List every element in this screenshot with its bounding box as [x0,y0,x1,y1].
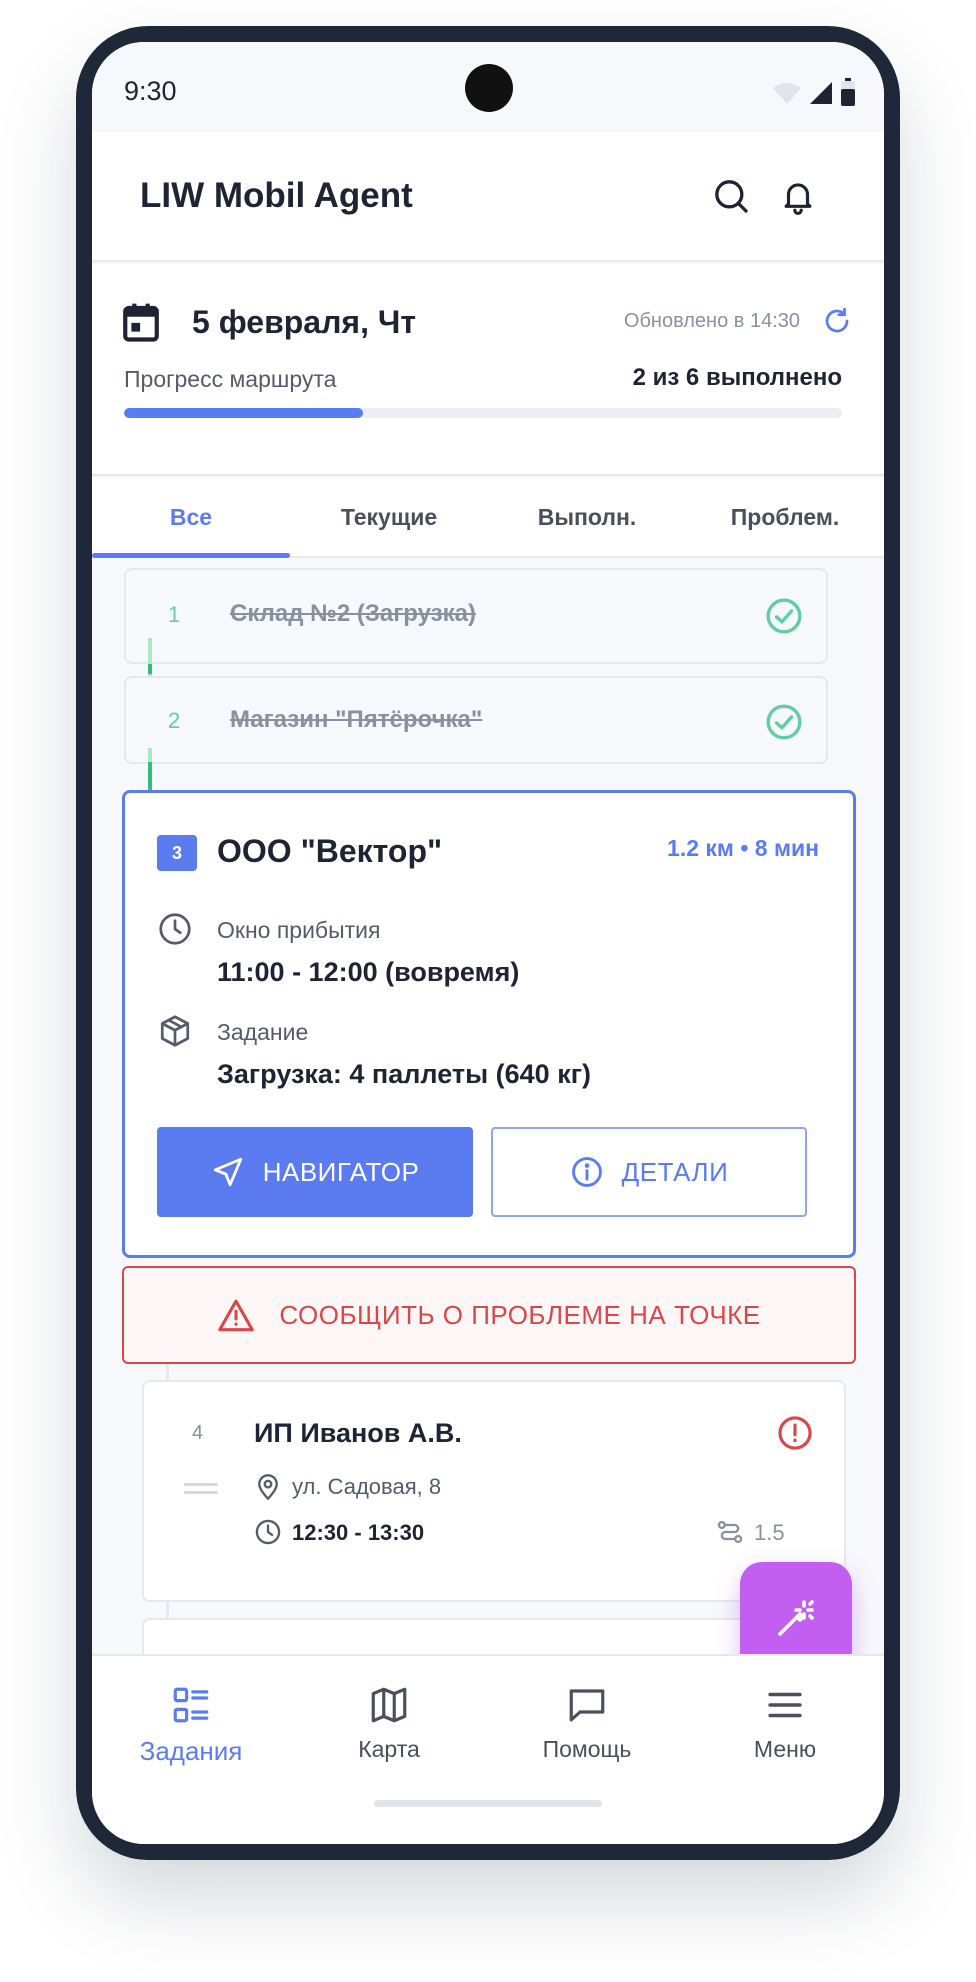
filter-tabs: Все Текущие Выполн. Проблем. [92,478,884,558]
stop-time-window: 12:30 - 13:30 [292,1520,425,1545]
battery-icon [841,78,855,106]
stop-name: Склад №2 (Загрузка) [230,600,476,627]
front-camera [465,64,513,112]
bottom-navigation: Задания Карта Помощь Меню [92,1654,884,1844]
route-summary: 5 февраля, Чт Обновлено в 14:30 Прогресс… [92,264,884,476]
signal-icon [810,82,832,104]
stop-number: 2 [168,708,181,733]
stop-number: 1 [168,602,181,627]
alert-circle-icon [778,1416,812,1450]
current-stop-card[interactable]: 3 ООО "Вектор" 1.2 км • 8 мин Окно прибы… [122,790,856,1258]
stop-eta: 1.2 км • 8 мин [667,835,819,861]
timeline-segment [148,762,152,790]
stop-number: 4 [192,1422,204,1444]
bell-icon [784,183,812,215]
app-bar: LIW Mobil Agent [92,132,884,262]
nav-help-label: Помощь [542,1736,632,1762]
nav-help[interactable]: Помощь [488,1684,686,1763]
refresh-icon [825,307,849,333]
app-title: LIW Mobil Agent [140,176,413,215]
route-progress-fill [124,408,364,418]
nav-menu[interactable]: Меню [686,1684,884,1763]
stop-name: ИП Иванов А.В. [254,1418,462,1448]
navigator-button[interactable]: НАВИГАТОР [157,1127,473,1217]
check-circle-icon [766,704,802,740]
info-icon [571,1157,602,1187]
tasks-icon [173,1687,209,1723]
map-icon [371,1687,407,1723]
timeline-segment [148,664,152,674]
nav-map[interactable]: Карта [290,1684,488,1763]
menu-icon [768,1692,802,1718]
status-bar: 9:30 [92,42,884,132]
navigation-icon [213,1157,242,1187]
route-icon [717,1520,743,1544]
arrival-window-label: Окно прибытия [217,917,381,943]
stop-distance: 1.5 [754,1520,785,1545]
nav-tasks[interactable]: Задания [92,1684,290,1767]
status-time: 9:30 [124,76,177,106]
refresh-button[interactable] [822,306,852,336]
arrival-window-value: 11:00 - 12:00 (вовремя) [217,957,520,987]
last-updated-text: Обновлено в 14:30 [623,310,800,332]
progress-label: Прогресс маршрута [124,366,337,392]
tab-current[interactable]: Текущие [290,478,488,556]
upcoming-stop-card[interactable]: 4 ИП Иванов А.В. ул. Садовая, 8 12:30 - … [142,1380,846,1602]
wifi-icon [773,83,801,104]
nav-map-label: Карта [358,1736,420,1762]
stop-name: ООО "Вектор" [217,833,443,869]
report-problem-label: СООБЩИТЬ О ПРОБЛЕМЕ НА ТОЧКЕ [279,1299,761,1330]
progress-count: 2 из 6 выполнено [632,364,842,391]
search-icon [715,180,748,213]
route-progress-bar [124,408,842,418]
phone-screen: 9:30 LIW Mobil Agent 5 февраля, Чт Обнов… [92,42,884,1844]
drag-handle-icon[interactable] [184,1482,218,1496]
task-value: Загрузка: 4 паллеты (640 кг) [217,1059,591,1089]
chat-icon [569,1689,605,1722]
search-button[interactable] [707,172,755,220]
nav-menu-label: Меню [753,1736,817,1762]
details-button[interactable]: ДЕТАЛИ [491,1127,807,1217]
check-circle-icon [766,598,802,634]
completed-stop-card[interactable]: 1 Склад №2 (Загрузка) [124,568,828,664]
location-pin-icon [258,1474,278,1501]
clock-icon [255,1519,281,1545]
warning-icon [218,1299,255,1332]
route-date: 5 февраля, Чт [192,304,417,340]
status-icons [772,78,856,106]
magic-wand-icon [778,1600,814,1636]
home-indicator [374,1800,602,1807]
package-icon [160,1015,190,1047]
navigator-button-label: НАВИГАТОР [262,1156,420,1187]
completed-stop-card[interactable]: 2 Магазин "Пятёрочка" [124,676,828,764]
nav-tasks-label: Задания [139,1736,243,1766]
stop-name: Магазин "Пятёрочка" [230,706,483,733]
report-problem-button[interactable]: СООБЩИТЬ О ПРОБЛЕМЕ НА ТОЧКЕ [122,1266,856,1364]
clock-icon [159,913,191,945]
calendar-icon [123,303,159,342]
task-label: Задание [217,1019,309,1045]
notifications-button[interactable] [774,172,822,220]
stop-number-badge: 3 [157,835,197,871]
stop-address: ул. Садовая, 8 [292,1474,442,1499]
tab-completed[interactable]: Выполн. [488,478,686,556]
tab-all[interactable]: Все [92,478,290,558]
tab-problems[interactable]: Проблем. [686,478,884,556]
details-button-label: ДЕТАЛИ [621,1156,729,1187]
